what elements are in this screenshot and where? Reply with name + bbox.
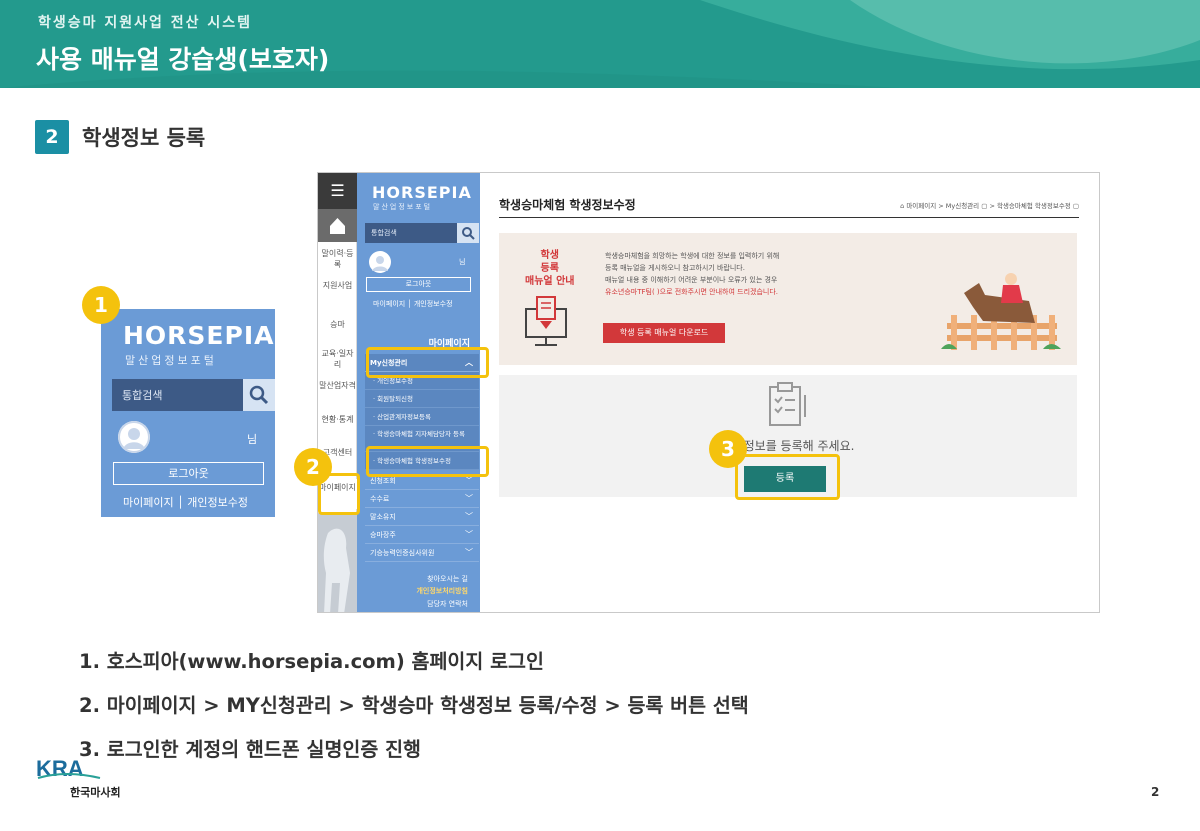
search-icon bbox=[462, 227, 475, 240]
manual-page: 학생승마 지원사업 전산 시스템 사용 매뉴얼 강습생(보호자) 2 학생정보 … bbox=[0, 0, 1200, 831]
nav-logo-subtitle: 말산업정보포털 bbox=[373, 203, 433, 211]
menu-fees[interactable]: 수수료 ﹀ bbox=[365, 490, 479, 508]
header-banner: 학생승마 지원사업 전산 시스템 사용 매뉴얼 강습생(보호자) bbox=[0, 0, 1200, 88]
manual-download-button[interactable]: 학생 등록 매뉴얼 다운로드 bbox=[603, 323, 725, 343]
step-marker-1: 1 bbox=[82, 286, 120, 324]
submenu-withdraw[interactable]: · 회원탈퇴신청 bbox=[365, 390, 479, 408]
empty-message: 학생정보를 등록해 주세요. bbox=[721, 439, 855, 453]
guide-label-line-2: 등록 bbox=[540, 263, 559, 274]
guide-label-line-3: 매뉴얼 안내 bbox=[525, 276, 575, 287]
highlight-student-info bbox=[366, 446, 489, 477]
menu-riding-club[interactable]: 승마장주 ﹀ bbox=[365, 526, 479, 544]
guide-label: 학생 등록 매뉴얼 안내 bbox=[525, 249, 574, 288]
submenu-industry-register[interactable]: · 산업관계자정보등록 bbox=[365, 408, 479, 426]
user-name-suffix: 님 bbox=[247, 433, 258, 446]
horsepia-logo-subtitle: 말산업정보포털 bbox=[125, 354, 217, 367]
title-divider bbox=[499, 217, 1079, 218]
page-title: 학생승마체험 학생정보수정 bbox=[499, 198, 636, 212]
section-number: 2 bbox=[35, 120, 69, 154]
sidebar-item-education[interactable]: 교육·일자리 bbox=[318, 348, 357, 370]
search-placeholder: 통합검색 bbox=[122, 389, 163, 402]
nav-avatar bbox=[369, 251, 391, 273]
sidebar-item-riding[interactable]: 승마 bbox=[318, 319, 357, 330]
sidebar-item-support[interactable]: 지원사업 bbox=[318, 280, 357, 291]
breadcrumb: ⌂ 마이페이지 > My신청관리 ▢ > 학생승마체험 학생정보수정 ▢ bbox=[900, 200, 1079, 210]
highlight-register bbox=[735, 454, 840, 500]
highlight-my-applications bbox=[366, 347, 489, 378]
sidebar-item-statistics[interactable]: 현황·통계 bbox=[318, 414, 357, 425]
search-input[interactable]: 통합검색 bbox=[112, 379, 243, 411]
guide-desc-line-3: 매뉴얼 내용 중 이해하기 어려운 부분이나 오류가 있는 경우 bbox=[605, 276, 778, 284]
navigation-panel: HORSEPIA 말산업정보포털 통합검색 님 로그아웃 마이페이지 │ 개인정… bbox=[357, 173, 480, 612]
menu-fees-label: 수수료 bbox=[370, 495, 390, 503]
zoomed-login-panel: HORSEPIA 말산업정보포털 통합검색 님 로그아웃 마이페이지 │ 개인정… bbox=[101, 309, 275, 517]
menu-examiner[interactable]: 기승능력인증심사위원 ﹀ bbox=[365, 544, 479, 562]
step-marker-2: 2 bbox=[294, 448, 332, 486]
menu-horse-owner-label: 말소유지 bbox=[370, 513, 396, 521]
chevron-down-icon: ﹀ bbox=[465, 494, 473, 503]
kra-logo: KRA bbox=[36, 756, 101, 780]
section-title: 학생정보 등록 bbox=[82, 126, 206, 150]
horse-rider-illustration bbox=[941, 273, 1061, 350]
icon-sidebar: ☰ 말이력·등록 지원사업 승마 교육·일자리 말산업자격 현황·통계 고객센터… bbox=[318, 173, 357, 612]
nav-horsepia-logo[interactable]: HORSEPIA bbox=[372, 183, 472, 202]
footer-privacy[interactable]: 개인정보처리방침 bbox=[357, 586, 480, 596]
menu-horse-owner[interactable]: 말소유지 ﹀ bbox=[365, 508, 479, 526]
user-icon bbox=[118, 421, 150, 453]
footer-directions[interactable]: 찾아오시는 길 bbox=[357, 574, 480, 584]
page-number: 2 bbox=[1151, 785, 1160, 799]
menu-examiner-label: 기승능력인증심사위원 bbox=[370, 549, 435, 557]
guide-desc-line-2: 등록 매뉴얼을 게시하오니 참고하시기 바랍니다. bbox=[605, 264, 745, 272]
account-links[interactable]: 마이페이지 │ 개인정보수정 bbox=[123, 494, 248, 510]
user-icon bbox=[372, 256, 388, 271]
step-marker-3: 3 bbox=[709, 430, 747, 468]
manual-guide-box: 학생 등록 매뉴얼 안내 학생승마체험을 희망하는 학생에 대한 정보를 입력하… bbox=[499, 233, 1077, 365]
guide-desc-line-1: 학생승마체험을 희망하는 학생에 대한 정보를 입력하기 위해 bbox=[605, 252, 780, 260]
menu-inquiry-label: 신청조회 bbox=[370, 477, 396, 485]
sidebar-item-horse-registry[interactable]: 말이력·등록 bbox=[318, 248, 357, 270]
nav-search-placeholder: 통합검색 bbox=[371, 229, 397, 237]
chevron-down-icon: ﹀ bbox=[465, 512, 473, 521]
search-button[interactable] bbox=[243, 379, 275, 411]
step-2: 2. 마이페이지 > MY신청관리 > 학생승마 학생정보 등록/수정 > 등록… bbox=[79, 694, 749, 717]
nav-search-input[interactable]: 통합검색 bbox=[365, 223, 457, 243]
search-icon bbox=[249, 385, 269, 405]
guide-description: 학생승마체험을 희망하는 학생에 대한 정보를 입력하기 위해 등록 매뉴얼을 … bbox=[605, 250, 779, 298]
nav-account-links[interactable]: 마이페이지 │ 개인정보수정 bbox=[373, 299, 453, 309]
step-1: 1. 호스피아(www.horsepia.com) 홈페이지 로그인 bbox=[79, 650, 544, 673]
chevron-down-icon: ﹀ bbox=[465, 548, 473, 557]
logout-button[interactable]: 로그아웃 bbox=[113, 462, 264, 485]
horse-image bbox=[318, 513, 357, 612]
nav-user-name-suffix: 님 bbox=[459, 258, 466, 266]
footer-contact[interactable]: 담당자 연락처 bbox=[357, 599, 480, 609]
sidebar-item-license[interactable]: 말산업자격 bbox=[318, 380, 357, 391]
website-screenshot: ☰ 말이력·등록 지원사업 승마 교육·일자리 말산업자격 현황·통계 고객센터… bbox=[317, 172, 1100, 613]
avatar bbox=[118, 421, 150, 453]
menu-riding-club-label: 승마장주 bbox=[370, 531, 396, 539]
breadcrumb-text[interactable]: 마이페이지 > My신청관리 ▢ > 학생승마체험 학생정보수정 ▢ bbox=[906, 202, 1079, 210]
nav-search-button[interactable] bbox=[457, 223, 479, 243]
chevron-down-icon: ﹀ bbox=[465, 530, 473, 539]
horsepia-logo[interactable]: HORSEPIA bbox=[123, 321, 274, 350]
step-3: 3. 로그인한 계정의 핸드폰 실명인증 진행 bbox=[79, 738, 421, 761]
guide-desc-line-4: 유소년승마TF팀( )으로 전화주시면 안내하여 드리겠습니다. bbox=[605, 288, 779, 296]
guide-label-line-1: 학생 bbox=[540, 250, 559, 261]
nav-logout-button[interactable]: 로그아웃 bbox=[366, 277, 471, 292]
horse-silhouette bbox=[323, 528, 350, 612]
home-button[interactable] bbox=[318, 209, 357, 242]
home-icon bbox=[330, 218, 345, 234]
clipboard-icon bbox=[769, 382, 806, 426]
main-content: 학생승마체험 학생정보수정 ⌂ 마이페이지 > My신청관리 ▢ > 학생승마체… bbox=[480, 173, 1099, 612]
header-subtitle: 학생승마 지원사업 전산 시스템 bbox=[38, 15, 253, 31]
menu-icon[interactable]: ☰ bbox=[318, 173, 357, 209]
organization-name: 한국마사회 bbox=[70, 786, 121, 799]
download-monitor-icon bbox=[525, 296, 567, 346]
header-title: 사용 매뉴얼 강습생(보호자) bbox=[36, 45, 330, 74]
